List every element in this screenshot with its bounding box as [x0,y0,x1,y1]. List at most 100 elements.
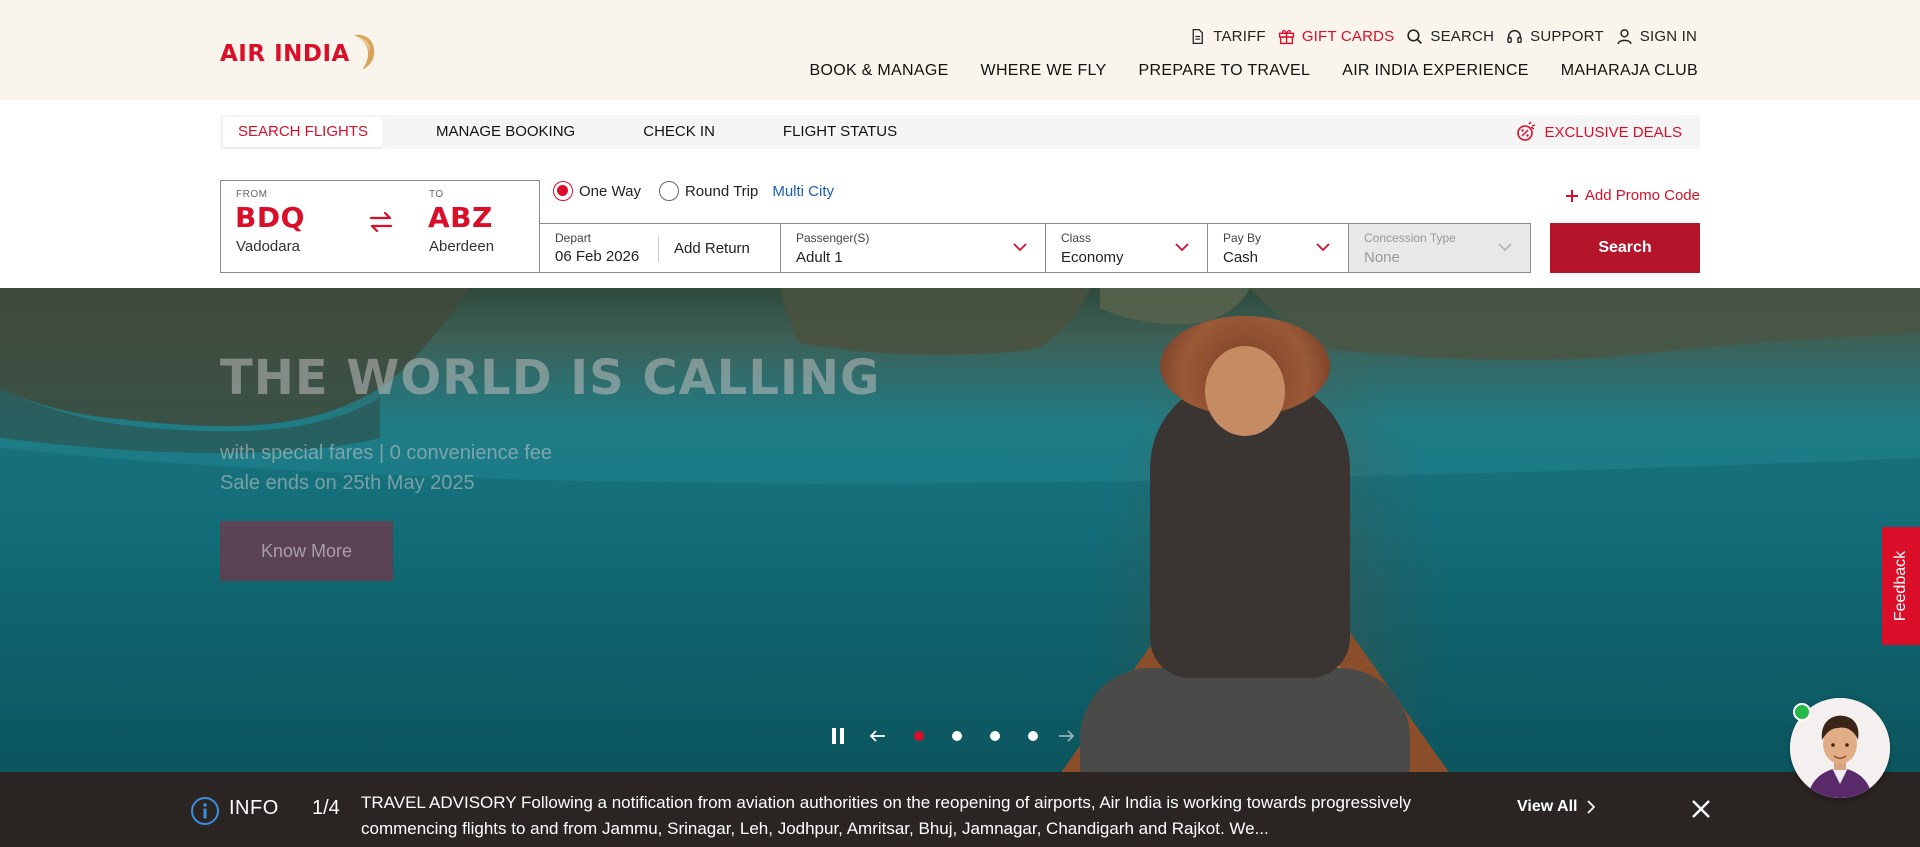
arrow-left-icon [869,730,885,742]
pay-by-value: Cash [1223,249,1259,266]
passengers-label: Passenger(S) [796,231,870,245]
from-city[interactable]: Vadodara [236,238,300,255]
pause-button[interactable] [826,724,850,748]
tab-search-flights[interactable]: SEARCH FLIGHTS [223,117,384,147]
support-label: SUPPORT [1530,28,1604,45]
class-label: Class [1061,231,1092,245]
one-way-radio[interactable]: One Way [553,181,641,201]
utility-nav: TARIFF GIFT CARDS SEARCH SUPPORT SIGN IN [1177,28,1697,45]
info-icon [191,797,219,825]
class-select[interactable]: Class Economy [1046,223,1208,273]
from-label: FROM [236,189,268,200]
nav-where-we-fly[interactable]: WHERE WE FLY [981,62,1107,80]
exclusive-deals-label: EXCLUSIVE DEALS [1544,123,1682,141]
search-fields: Depart 06 Feb 2026 Add Return Passenger(… [540,223,1531,273]
nav-maharaja-club[interactable]: MAHARAJA CLUB [1561,62,1698,80]
hero-subtitle-line1: with special fares | 0 convenience fee [220,442,553,464]
tab-check-in[interactable]: CHECK IN [628,117,730,147]
hero-title: THE WORLD IS CALLING [220,350,881,406]
gift-cards-link[interactable]: GIFT CARDS [1278,28,1395,45]
know-more-button[interactable]: Know More [220,521,393,581]
tariff-label: TARIFF [1213,28,1266,45]
sign-in-label: SIGN IN [1639,28,1697,45]
next-slide-button[interactable] [1054,724,1078,748]
depart-date-field[interactable]: Depart 06 Feb 2026 Add Return [540,223,781,273]
round-trip-radio[interactable]: Round Trip [658,181,759,201]
passengers-select[interactable]: Passenger(S) Adult 1 [781,223,1046,273]
exclusive-deals-link[interactable]: EXCLUSIVE DEALS [1514,115,1682,149]
pay-by-select[interactable]: Pay By Cash [1208,223,1349,273]
concession-type-label: Concession Type [1364,231,1456,245]
tab-manage-booking[interactable]: MANAGE BOOKING [421,117,590,147]
view-all-label: View All [1517,798,1578,815]
multi-city-link[interactable]: Multi City [772,183,834,200]
gift-cards-label: GIFT CARDS [1301,28,1395,45]
main-nav: BOOK & MANAGE WHERE WE FLY PREPARE TO TR… [810,62,1699,80]
tab-flight-status[interactable]: FLIGHT STATUS [768,117,912,147]
slide-dot-1[interactable] [914,731,924,741]
one-way-label: One Way [579,182,641,200]
depart-divider [658,236,659,262]
route-selector: FROM BDQ Vadodara TO ABZ Aberdeen [220,180,540,273]
swap-icon[interactable] [366,210,396,234]
search-label: SEARCH [1430,28,1495,45]
concession-type-value: None [1364,249,1400,266]
site-header: AIR INDIA TARIFF GIFT CARDS SEARCH SUPPO… [0,0,1920,100]
search-icon [1407,29,1423,45]
view-all-link[interactable]: View All [1517,798,1596,816]
pause-icon [832,728,844,744]
sign-in-link[interactable]: SIGN IN [1616,28,1697,45]
concession-type-select: Concession Type None [1349,223,1531,273]
slide-dot-2[interactable] [952,731,962,741]
air-india-logo[interactable]: AIR INDIA [220,32,378,76]
pay-by-label: Pay By [1223,231,1262,245]
slide-dots [900,731,1052,741]
to-airport-code[interactable]: ABZ [428,201,493,234]
feedback-label: Feedback [1892,550,1909,622]
advisory-counter: 1/4 [312,797,340,819]
search-link[interactable]: SEARCH [1406,28,1494,45]
trip-type-selector: One Way Round Trip Multi City [553,181,834,201]
to-label: TO [429,189,444,200]
depart-date-value: 06 Feb 2026 [555,248,640,265]
info-label: INFO [229,797,279,819]
hero-subtitle-line2: Sale ends on 25th May 2025 [220,472,475,494]
tariff-link[interactable]: TARIFF [1189,28,1266,45]
nav-book-manage[interactable]: BOOK & MANAGE [810,62,949,80]
arrow-right-icon [1059,730,1075,742]
add-promo-code-button[interactable]: Add Promo Code [1565,187,1700,204]
chevron-down-icon [1498,243,1512,252]
round-trip-label: Round Trip [684,182,759,200]
hero-carousel: THE WORLD IS CALLING with special fares … [0,288,1920,772]
document-icon [1192,28,1204,45]
support-link[interactable]: SUPPORT [1506,28,1604,45]
logo-swoosh-icon [353,34,375,70]
headset-icon [1507,29,1522,44]
from-airport-code[interactable]: BDQ [235,201,305,234]
round-trip-radio-circle [658,181,679,201]
search-flights-button[interactable]: Search [1550,223,1700,273]
one-way-radio-circle [553,181,573,201]
feedback-tab[interactable]: Feedback [1882,527,1920,645]
deals-badge-icon [1517,121,1536,141]
hero-subtitle: with special fares | 0 convenience fee S… [220,438,552,498]
chevron-down-icon [1316,243,1330,252]
chevron-down-icon [1013,243,1027,252]
person-face-illustration [1205,346,1285,436]
slide-dot-3[interactable] [990,731,1000,741]
passengers-value: Adult 1 [796,249,843,266]
logo-text: AIR INDIA [220,41,350,67]
class-value: Economy [1061,249,1124,266]
advisory-text: TRAVEL ADVISORY Following a notification… [361,793,1412,838]
slide-dot-4[interactable] [1028,731,1038,741]
nav-prepare-to-travel[interactable]: PREPARE TO TRAVEL [1139,62,1311,80]
carousel-controls [826,724,1078,748]
travel-advisory-bar: INFO 1/4 TRAVEL ADVISORY Following a not… [0,772,1920,847]
close-icon[interactable] [1690,798,1712,820]
online-status-indicator [1793,703,1811,721]
previous-slide-button[interactable] [866,724,890,748]
person-legs-illustration [1080,668,1410,772]
to-city[interactable]: Aberdeen [429,238,494,255]
add-return-button[interactable]: Add Return [674,240,750,257]
nav-air-india-experience[interactable]: AIR INDIA EXPERIENCE [1342,62,1529,80]
